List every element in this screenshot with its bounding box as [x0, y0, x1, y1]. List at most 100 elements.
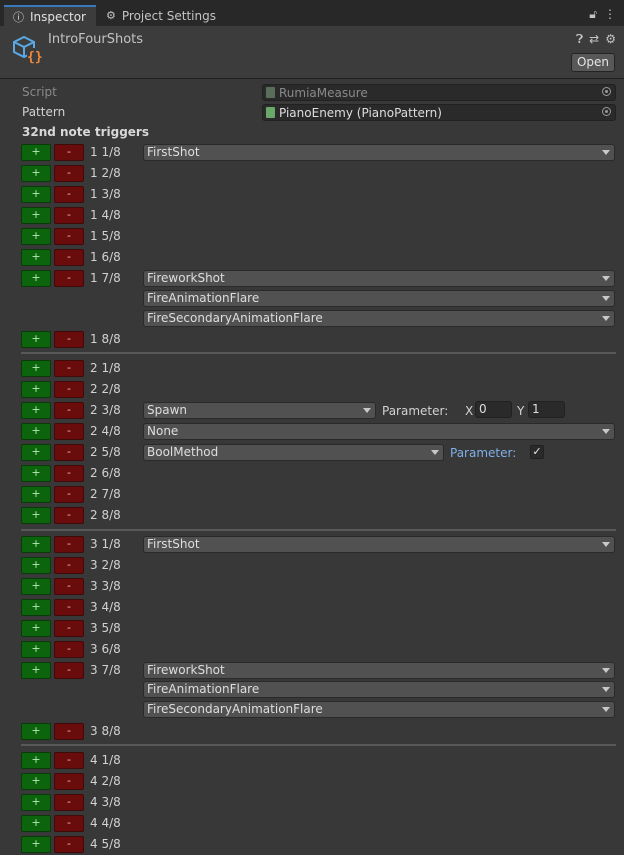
remove-trigger-button[interactable]: -	[54, 507, 84, 524]
object-picker-icon[interactable]	[602, 107, 611, 116]
x-label[interactable]: X	[465, 404, 473, 418]
x-field[interactable]: 0	[475, 401, 512, 418]
y-label[interactable]: Y	[517, 404, 524, 418]
add-trigger-button[interactable]: +	[21, 486, 51, 503]
tab-inspector[interactable]: ⓘ Inspector	[4, 5, 96, 26]
add-trigger-button[interactable]: +	[21, 465, 51, 482]
lock-icon[interactable]: 🔓︎	[589, 7, 597, 22]
method-dropdown-value: FirstShot	[147, 145, 200, 159]
add-trigger-button[interactable]: +	[21, 578, 51, 595]
remove-trigger-button[interactable]: -	[54, 144, 84, 161]
remove-trigger-button[interactable]: -	[54, 381, 84, 398]
method-dropdown[interactable]: FirstShot	[143, 144, 615, 161]
add-trigger-button[interactable]: +	[21, 536, 51, 553]
remove-trigger-button[interactable]: -	[54, 444, 84, 461]
method-dropdown[interactable]: FireworkShot	[143, 662, 615, 679]
more-menu-icon[interactable]: ⋮	[604, 7, 616, 22]
remove-trigger-button[interactable]: -	[54, 486, 84, 503]
remove-trigger-button[interactable]: -	[54, 207, 84, 224]
remove-trigger-button[interactable]: -	[54, 165, 84, 182]
script-object-icon: {}	[13, 35, 42, 64]
add-trigger-button[interactable]: +	[21, 557, 51, 574]
add-trigger-button[interactable]: +	[21, 228, 51, 245]
remove-trigger-button[interactable]: -	[54, 620, 84, 637]
add-trigger-button[interactable]: +	[21, 331, 51, 348]
remove-trigger-button[interactable]: -	[54, 641, 84, 658]
add-trigger-button[interactable]: +	[21, 723, 51, 740]
remove-trigger-button[interactable]: -	[54, 662, 84, 679]
add-trigger-button[interactable]: +	[21, 752, 51, 769]
method-dropdown[interactable]: FireworkShot	[143, 270, 615, 287]
parameter-checkbox[interactable]: ✓	[530, 445, 544, 459]
add-trigger-button[interactable]: +	[21, 599, 51, 616]
method-dropdown-value: BoolMethod	[147, 445, 219, 459]
open-button[interactable]: Open	[571, 53, 615, 72]
remove-trigger-button[interactable]: -	[54, 578, 84, 595]
method-dropdown[interactable]: FirstShot	[143, 536, 615, 553]
section-title: 32nd note triggers	[22, 125, 149, 139]
remove-trigger-button[interactable]: -	[54, 815, 84, 832]
remove-trigger-button[interactable]: -	[54, 599, 84, 616]
remove-trigger-button[interactable]: -	[54, 557, 84, 574]
help-icon[interactable]: ❓︎	[576, 32, 583, 47]
remove-trigger-button[interactable]: -	[54, 465, 84, 482]
add-trigger-button[interactable]: +	[21, 773, 51, 790]
add-trigger-button[interactable]: +	[21, 360, 51, 377]
method-dropdown[interactable]: FireSecondaryAnimationFlare	[143, 701, 615, 718]
script-label: Script	[22, 85, 57, 99]
info-icon: ⓘ	[13, 10, 24, 24]
pattern-field[interactable]: PianoEnemy (PianoPattern)	[262, 104, 616, 121]
add-trigger-button[interactable]: +	[21, 381, 51, 398]
remove-trigger-button[interactable]: -	[54, 228, 84, 245]
inspector-header: {} IntroFourShots ❓︎ ⇄ ⚙ Open	[0, 26, 624, 78]
method-dropdown[interactable]: FireSecondaryAnimationFlare	[143, 310, 615, 327]
remove-trigger-button[interactable]: -	[54, 186, 84, 203]
method-dropdown[interactable]: BoolMethod	[143, 444, 444, 461]
remove-trigger-button[interactable]: -	[54, 360, 84, 377]
method-dropdown-value: None	[147, 424, 179, 438]
remove-trigger-button[interactable]: -	[54, 270, 84, 287]
add-trigger-button[interactable]: +	[21, 144, 51, 161]
remove-trigger-button[interactable]: -	[54, 536, 84, 553]
gear-icon: ⚙	[106, 9, 116, 22]
method-dropdown[interactable]: FireAnimationFlare	[143, 681, 615, 698]
remove-trigger-button[interactable]: -	[54, 249, 84, 266]
remove-trigger-button[interactable]: -	[54, 423, 84, 440]
window-controls: 🔓︎ ⋮	[589, 7, 616, 22]
remove-trigger-button[interactable]: -	[54, 752, 84, 769]
trigger-row-label: 1 8/8	[90, 332, 121, 346]
remove-trigger-button[interactable]: -	[54, 794, 84, 811]
add-trigger-button[interactable]: +	[21, 186, 51, 203]
add-trigger-button[interactable]: +	[21, 507, 51, 524]
add-trigger-button[interactable]: +	[21, 620, 51, 637]
add-trigger-button[interactable]: +	[21, 207, 51, 224]
add-trigger-button[interactable]: +	[21, 662, 51, 679]
add-trigger-button[interactable]: +	[21, 444, 51, 461]
remove-trigger-button[interactable]: -	[54, 402, 84, 419]
preset-sliders-icon[interactable]: ⇄	[589, 32, 599, 47]
method-dropdown[interactable]: None	[143, 423, 615, 440]
method-dropdown[interactable]: FireAnimationFlare	[143, 290, 615, 307]
tab-project-settings[interactable]: ⚙ Project Settings	[97, 5, 225, 26]
remove-trigger-button[interactable]: -	[54, 331, 84, 348]
object-picker-icon	[602, 87, 611, 96]
trigger-row: + -1 6/8	[21, 248, 621, 268]
y-field[interactable]: 1	[528, 401, 565, 418]
script-file-icon	[266, 107, 275, 118]
add-trigger-button[interactable]: +	[21, 815, 51, 832]
remove-trigger-button[interactable]: -	[54, 773, 84, 790]
add-trigger-button[interactable]: +	[21, 165, 51, 182]
method-dropdown[interactable]: Spawn	[143, 402, 376, 419]
add-trigger-button[interactable]: +	[21, 641, 51, 658]
remove-trigger-button[interactable]: -	[54, 723, 84, 740]
header-divider	[0, 78, 624, 79]
add-trigger-button[interactable]: +	[21, 836, 51, 853]
settings-icon[interactable]: ⚙	[605, 32, 616, 47]
add-trigger-button[interactable]: +	[21, 423, 51, 440]
remove-trigger-button[interactable]: -	[54, 836, 84, 853]
header-icons: ❓︎ ⇄ ⚙	[576, 32, 616, 47]
add-trigger-button[interactable]: +	[21, 794, 51, 811]
add-trigger-button[interactable]: +	[21, 270, 51, 287]
add-trigger-button[interactable]: +	[21, 402, 51, 419]
add-trigger-button[interactable]: +	[21, 249, 51, 266]
